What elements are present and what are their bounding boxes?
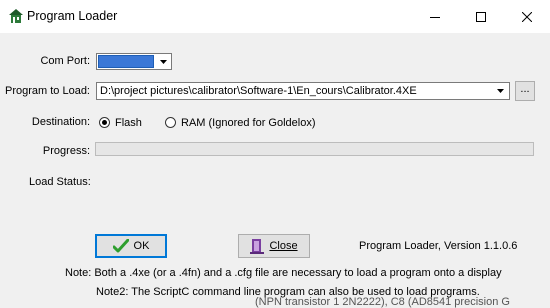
close-button[interactable]: Close xyxy=(238,234,310,258)
close-icon xyxy=(522,11,532,22)
ok-button-label: OK xyxy=(133,240,150,252)
minimize-icon xyxy=(430,16,440,18)
browse-button[interactable]: ... xyxy=(515,81,535,101)
checkmark-icon xyxy=(112,239,129,253)
window-title: Program Loader xyxy=(27,9,118,23)
program-path-dropdown[interactable]: D:\project pictures\calibrator\Software-… xyxy=(96,82,510,100)
ok-button[interactable]: OK xyxy=(95,234,167,258)
version-text: Program Loader, Version 1.1.0.6 xyxy=(359,240,518,252)
load-status-label: Load Status: xyxy=(29,176,91,188)
chevron-down-icon[interactable] xyxy=(492,83,509,99)
com-port-dropdown[interactable] xyxy=(96,53,172,70)
program-to-load-label: Program to Load: xyxy=(5,85,90,97)
destination-ram-radio[interactable]: RAM (Ignored for Goldelox) xyxy=(165,116,316,130)
radio-unselected-icon[interactable] xyxy=(165,117,176,128)
chevron-down-icon[interactable] xyxy=(155,54,171,69)
destination-label: Destination: xyxy=(31,116,90,128)
destination-flash-radio[interactable]: Flash xyxy=(99,116,149,130)
destination-ram-label: RAM (Ignored for Goldelox) xyxy=(181,117,316,129)
program-path-value: D:\project pictures\calibrator\Software-… xyxy=(100,85,417,97)
minimize-button[interactable] xyxy=(412,0,458,33)
destination-flash-label: Flash xyxy=(115,117,142,129)
progress-label: Progress: xyxy=(42,145,90,157)
com-port-selected-value xyxy=(98,55,154,68)
close-window-button[interactable] xyxy=(504,0,550,33)
com-port-label: Com Port: xyxy=(40,55,90,67)
note-1: Note: Both a .4xe (or a .4fn) and a .cfg… xyxy=(65,267,502,279)
title-bar[interactable]: Program Loader xyxy=(0,0,550,33)
progress-bar xyxy=(95,142,534,156)
maximize-button[interactable] xyxy=(458,0,504,33)
maximize-icon xyxy=(476,11,486,22)
close-button-label: Close xyxy=(269,240,298,252)
background-window-text: (NPN transistor 1 2N2222), C8 (AD8541 pr… xyxy=(255,296,510,308)
program-loader-app-icon xyxy=(8,8,24,24)
exit-door-icon xyxy=(250,239,265,254)
radio-selected-icon[interactable] xyxy=(99,117,110,128)
